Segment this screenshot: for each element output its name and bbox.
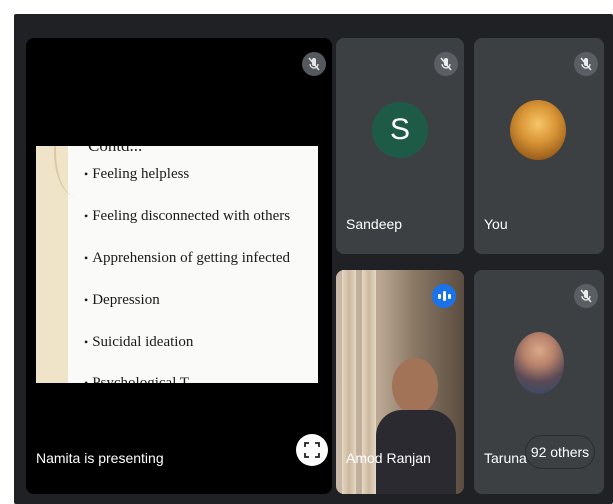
- slide-heading: Contd...: [88, 146, 142, 156]
- slide-bullet: • Apprehension of getting infected: [84, 250, 291, 266]
- audio-level-icon: [432, 284, 456, 308]
- participant-tile-amod-ranjan[interactable]: Amod Ranjan: [336, 270, 464, 494]
- presentation-tile[interactable]: Contd... •Feeling helpless •Feeling disc…: [26, 38, 332, 494]
- slide-decoration: [36, 146, 68, 383]
- avatar: [514, 332, 564, 394]
- participant-name: You: [484, 216, 508, 232]
- slide-bullet: • Suicidal ideation: [84, 334, 194, 350]
- presenter-label: Namita is presenting: [36, 450, 164, 466]
- meeting-grid: Contd... •Feeling helpless •Feeling disc…: [14, 14, 613, 504]
- participant-face: [392, 358, 438, 414]
- fullscreen-button[interactable]: [296, 434, 328, 466]
- participant-name: Sandeep: [346, 216, 403, 232]
- avatar: S: [372, 102, 428, 158]
- slide-bullet: • Feeling disconnected with others: [84, 208, 291, 224]
- mic-off-icon: [574, 284, 598, 308]
- slide-bullet: • Psychological T...: [84, 375, 200, 383]
- participant-tile-you[interactable]: You: [474, 38, 604, 254]
- slide-bullet: • Feeling helpless: [84, 166, 190, 182]
- avatar: [510, 100, 566, 160]
- mic-off-icon: [574, 52, 598, 76]
- mic-off-icon: [434, 52, 458, 76]
- participant-tile-sandeep[interactable]: S Sandeep: [336, 38, 464, 254]
- participant-name: Amod Ranjan: [346, 450, 431, 466]
- slide-bullet: • Depression: [84, 292, 160, 308]
- participant-name: Taruna: [484, 450, 527, 466]
- participant-tile-taruna[interactable]: Taruna 92 others: [474, 270, 604, 494]
- others-count-badge[interactable]: 92 others: [526, 436, 594, 468]
- shared-slide: Contd... •Feeling helpless •Feeling disc…: [36, 146, 318, 383]
- mic-off-icon: [302, 52, 326, 76]
- fullscreen-icon: [304, 442, 320, 458]
